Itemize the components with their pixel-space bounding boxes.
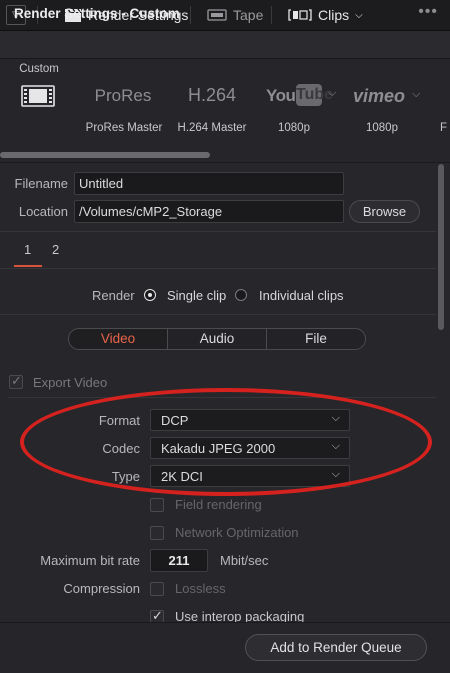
divider [0, 231, 436, 232]
divider [0, 268, 436, 269]
preset-logo-vimeo: vimeo [353, 86, 406, 106]
chevron-down-icon: ⌵ [355, 9, 363, 21]
tape-label: Tape [233, 7, 264, 23]
individual-clips-label: Individual clips [259, 288, 344, 303]
page-tab-2[interactable]: 2 [52, 242, 59, 257]
codec-dropdown[interactable]: Kakadu JPEG 2000 ⌵ [150, 437, 350, 459]
film-icon [21, 85, 55, 107]
format-value: DCP [161, 413, 189, 428]
preset-logo-h264[interactable]: H.264 [172, 85, 252, 107]
type-dropdown[interactable]: 2K DCI ⌵ [150, 465, 350, 487]
field-rendering-label: Field rendering [175, 497, 262, 512]
lossless-checkbox[interactable] [150, 582, 164, 596]
chevron-down-icon: ⌵ [412, 88, 421, 100]
checkmark-icon: ✓ [11, 373, 22, 388]
toolbar-divider [271, 6, 272, 24]
chevron-down-icon: ⌵ [328, 87, 337, 99]
lossless-label: Lossless [175, 581, 226, 596]
options-menu-icon[interactable]: ••• [418, 3, 438, 21]
divider [8, 397, 436, 398]
codec-label: Codec [102, 441, 140, 456]
format-dropdown[interactable]: DCP ⌵ [150, 409, 350, 431]
field-rendering-checkbox[interactable] [150, 498, 164, 512]
preset-label-youtube: 1080p [278, 122, 310, 134]
browse-button[interactable]: Browse [349, 200, 420, 223]
preset-label-prores: ProRes Master [85, 122, 163, 134]
clips-label: Clips [318, 7, 350, 23]
active-page-indicator [14, 265, 42, 267]
toolbar-divider [190, 6, 191, 24]
clips-icon [288, 9, 312, 21]
tab-audio[interactable]: Audio [167, 328, 267, 350]
panel-scrollbar[interactable] [438, 164, 444, 330]
tape-toggle[interactable]: Tape [207, 4, 263, 26]
panel-header [0, 31, 450, 59]
max-bit-rate-input[interactable]: 211 [150, 549, 208, 572]
single-clip-radio[interactable] [144, 289, 156, 301]
page-tab-1[interactable]: 1 [24, 242, 31, 257]
add-to-render-queue-button[interactable]: Add to Render Queue [245, 634, 427, 661]
tab-video[interactable]: Video [68, 328, 168, 350]
location-input[interactable]: /Volumes/cMP2_Storage [74, 200, 344, 223]
chevron-down-icon: ⌵ [331, 468, 340, 480]
max-bit-rate-label: Maximum bit rate [40, 553, 140, 568]
divider [0, 162, 450, 163]
filename-label: Filename [14, 176, 68, 191]
preset-vimeo[interactable]: vimeo ⌵ [353, 86, 427, 108]
format-label: Format [98, 413, 140, 428]
chevron-down-icon: ⌵ [331, 412, 340, 424]
preset-label-vimeo: 1080p [366, 122, 398, 134]
max-bit-rate-unit: Mbit/sec [220, 553, 269, 568]
render-mode-label: Render [92, 288, 135, 303]
panel-title: Render Settings - Custom [14, 6, 180, 21]
network-optimization-label: Network Optimization [175, 525, 299, 540]
clips-toggle[interactable]: Clips ⌵ [288, 4, 363, 26]
export-video-checkbox[interactable]: ✓ [9, 373, 23, 389]
type-label: Type [111, 469, 140, 484]
export-video-label: Export Video [33, 375, 108, 390]
preset-logo-prores[interactable]: ProRes [83, 86, 163, 108]
location-label: Location [18, 204, 68, 219]
codec-value: Kakadu JPEG 2000 [161, 441, 276, 456]
single-clip-label: Single clip [167, 288, 227, 303]
preset-label-custom: Custom [19, 63, 59, 75]
chevron-down-icon: ⌵ [331, 440, 340, 452]
divider [0, 314, 436, 315]
type-value: 2K DCI [161, 469, 203, 484]
compression-label: Compression [63, 581, 140, 596]
preset-label-partial: F [440, 122, 448, 134]
filename-input[interactable]: Untitled [74, 172, 344, 195]
network-optimization-checkbox[interactable] [150, 526, 164, 540]
preset-youtube[interactable]: You Tube ⌵ [266, 83, 338, 109]
preset-label-h264: H.264 Master [177, 122, 247, 134]
tab-file[interactable]: File [266, 328, 366, 350]
preset-custom[interactable] [21, 85, 55, 107]
individual-clips-radio[interactable] [235, 289, 247, 301]
preset-scrollbar[interactable] [0, 152, 210, 158]
tape-icon [207, 9, 227, 21]
